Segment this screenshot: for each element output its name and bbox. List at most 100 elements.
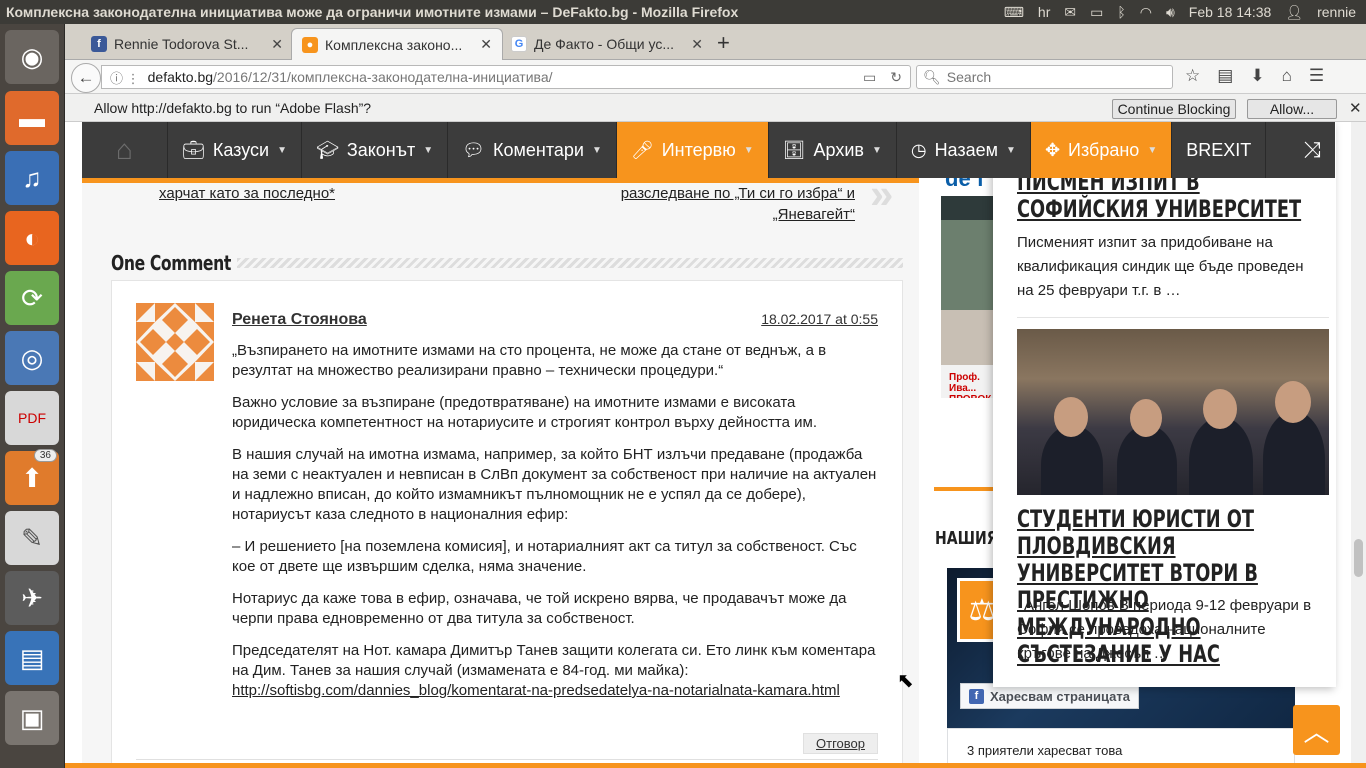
volume-icon[interactable]: 🔊︎ [1166,4,1175,21]
software-updater-icon[interactable]: ⬆ 36 [5,449,59,505]
home-icon[interactable]: ⌂ [1282,66,1292,86]
wifi-icon[interactable]: ◠ [1140,4,1152,21]
caret-down-icon: ▼ [423,144,434,156]
close-tab-icon[interactable]: ✕ [480,36,492,53]
downloads-icon[interactable]: ⬇ [1250,66,1264,86]
keyboard-icon[interactable]: ⌨ [1004,4,1024,21]
caret-down-icon: ▼ [591,144,602,156]
tab-facebook[interactable]: f Rennie Todorova St... ✕ [81,28,293,60]
figure [1203,389,1237,429]
info-icon[interactable]: ⓘ ⋮ [110,68,140,87]
article-excerpt: Ангел Шопов В периода 9-12 февруари в Со… [1017,597,1312,662]
reload-icon[interactable]: ↻ [890,69,902,86]
defakto-icon: ● [302,36,318,53]
nav-label: Законът [346,139,416,160]
nav-label: Интервю [661,139,736,160]
top-panel: Комплексна законодателна инициатива може… [0,0,1366,24]
nav-item-arhiv[interactable]: 🗄︎ Архив ▼ [769,122,897,178]
files-icon[interactable]: ▬ [5,91,59,145]
sidebar-divider [934,487,994,491]
reader-view-icon[interactable]: ▭ [863,69,876,86]
comment-divider [136,759,878,760]
comment-paragraph: – И решението [на поземлена комисия], и … [232,538,857,575]
nav-item-nazaem[interactable]: ◷ Назаем ▼ [897,122,1031,178]
close-icon[interactable]: ✕ [1349,99,1362,117]
book-banner[interactable]: de f Проф. Ива... ПРОВОК... ПОДКУП [941,160,997,398]
user-name[interactable]: rennie [1317,4,1356,20]
article-image[interactable] [1017,329,1329,495]
comment-paragraph: Нотариус да каже това в ефир, означава, … [232,590,847,627]
flash-message: Allow http://defakto.bg to run “Adobe Fl… [94,100,372,116]
google-icon: G [511,36,527,52]
tab-label: Rennie Todorova St... [114,36,249,52]
tab-defakto[interactable]: ● Комплексна законо... ✕ [291,28,503,60]
comment-body: „Възпирането на имотните измами на сто п… [232,341,882,701]
flash-notification-bar: Allow http://defakto.bg to run “Adobe Fl… [65,94,1366,122]
nav-item-kazusi[interactable]: 💼︎ Казуси ▼ [168,122,302,178]
page-scrollbar[interactable] [1351,122,1366,768]
comment-author[interactable]: Ренета Стоянова [232,311,367,329]
caret-down-icon: ▼ [1147,144,1158,156]
comment-paragraph: „Възпирането на имотните измами на сто п… [232,342,827,379]
close-tab-icon[interactable]: ✕ [271,36,283,53]
firefox-icon[interactable]: ◐ [5,211,59,265]
audacity-icon[interactable]: ♫ [5,151,59,205]
mail-icon[interactable]: ✉ [1064,4,1076,21]
microphone-icon: 🎤︎ [630,139,654,160]
nav-item-brexit[interactable]: BREXIT [1172,122,1267,178]
writer-icon[interactable]: ▤ [5,631,59,685]
search-placeholder: Search [946,69,992,85]
keyboard-layout[interactable]: hr [1038,4,1050,20]
comments-heading: One Comment [111,250,903,276]
bluetooth-icon[interactable]: ᛒ [1117,4,1125,20]
figure [1263,411,1325,495]
nav-label: Коментари [493,139,584,160]
comments-title: One Comment [111,251,231,275]
shuffle-icon[interactable]: ⤨ [1289,122,1335,178]
caret-down-icon: ▼ [871,144,882,156]
figure [1130,399,1162,437]
allow-flash-button[interactable]: Allow... [1247,99,1337,119]
pdf-viewer-icon[interactable]: PDF [5,391,59,445]
workspace-switcher-icon[interactable]: ▣ [5,691,59,745]
ubuntu-dash-icon[interactable]: ◉ [5,30,59,84]
chevron-up-icon: ︿ [1303,716,1330,747]
tab-google[interactable]: G Де Факто - Общи ус... ✕ [501,28,713,60]
backup-icon[interactable]: ⟳ [5,271,59,325]
continue-blocking-button[interactable]: Continue Blocking [1112,99,1236,119]
user-icon[interactable]: 👤︎ [1285,4,1303,21]
app-launcher-icon[interactable]: ✈ [5,571,59,625]
launcher: ◉ ▬ ♫ ◐ ⟳ ◎ PDF ⬆ 36 ✎ ✈ ▤ ▣ [0,24,65,768]
new-tab-button[interactable]: + [717,30,730,56]
search-input[interactable]: 🔍︎ Search [916,65,1173,89]
caret-down-icon: ▼ [277,144,287,156]
nav-item-izbrano[interactable]: ✥ Избрано ▼ [1030,122,1173,178]
figure [1054,397,1088,437]
scroll-to-top-button[interactable]: ︿ [1293,705,1340,755]
facebook-icon: f [91,36,107,52]
tab-label: Де Факто - Общи ус... [534,36,674,52]
text-editor-icon[interactable]: ✎ [5,511,59,565]
heading-stripes [237,258,903,268]
related-articles-popup: кандидати за синдици на писмен изпит в С… [993,122,1336,687]
nav-item-zakonat[interactable]: 🎓︎ Законът ▼ [302,122,449,178]
chromium-icon[interactable]: ◎ [5,331,59,385]
battery-icon[interactable]: ▭ [1090,4,1103,21]
clock[interactable]: Feb 18 14:38 [1189,4,1272,20]
reply-button[interactable]: Отговор [803,733,878,754]
nav-item-intervyu[interactable]: 🎤︎ Интервю ▼ [616,122,769,178]
bookmark-star-icon[interactable]: ☆ [1185,66,1200,86]
url-bar[interactable]: ⓘ ⋮ defakto.bg/2016/12/31/комплексна-зак… [101,65,911,89]
url-path: /2016/12/31/комплексна-законодателна-ини… [213,69,553,85]
scrollbar-thumb[interactable] [1354,539,1363,577]
home-nav-icon[interactable]: ⌂ [82,122,168,178]
article-divider [1017,317,1329,318]
comment-link[interactable]: http://softisbg.com/dannies_blog/komenta… [232,682,840,699]
bookmarks-list-icon[interactable]: ▤ [1217,66,1233,86]
menu-icon[interactable]: ☰ [1309,66,1324,86]
back-button[interactable]: ← [71,63,101,93]
comment-date[interactable]: 18.02.2017 at 0:55 [761,311,878,327]
close-tab-icon[interactable]: ✕ [691,36,703,53]
nav-item-komentari[interactable]: 💬︎ Коментари ▼ [448,122,617,178]
nav-label: Избрано [1068,139,1140,160]
